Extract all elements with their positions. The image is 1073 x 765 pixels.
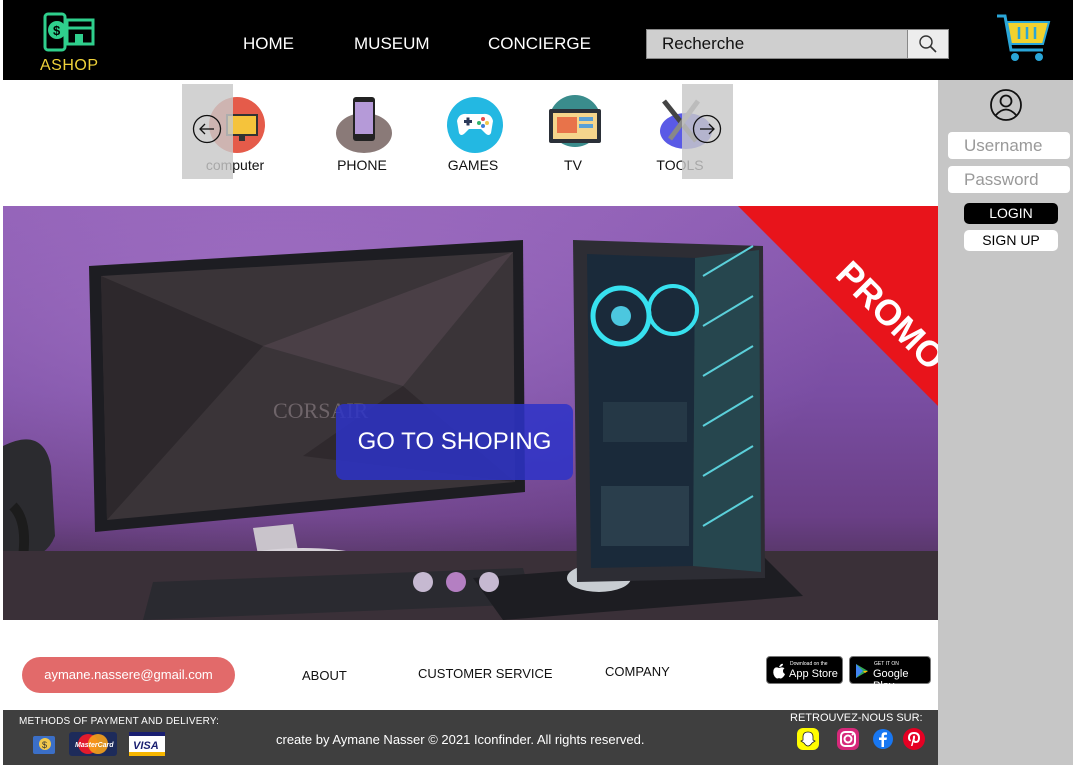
promo-banner[interactable]: CORSAIR PROMO GO TO SHOPING	[3, 206, 938, 620]
slide-dot-2[interactable]	[446, 572, 466, 592]
top-header: $ ASHOP HOME MUSEUM CONCIERGE Recherche	[3, 0, 1073, 80]
carousel-prev-button[interactable]	[182, 84, 233, 179]
category-label: GAMES	[447, 157, 499, 173]
copyright-text: create by Aymane Nasser © 2021 Iconfinde…	[276, 732, 645, 747]
snapchat-icon[interactable]	[796, 727, 820, 751]
phone-icon	[336, 97, 392, 153]
slide-dot-1[interactable]	[413, 572, 433, 592]
google-play-small-text: GET IT ON	[874, 661, 899, 667]
login-button[interactable]: LOGIN	[964, 203, 1058, 224]
visa-text: VISA	[133, 740, 159, 752]
login-sidebar: Username Password LOGIN SIGN UP	[938, 80, 1073, 765]
category-phone[interactable]: PHONE	[322, 95, 402, 185]
payment-title: METHODS OF PAYMENT AND DELIVERY:	[19, 716, 220, 727]
google-play-icon	[856, 664, 868, 678]
logo-text: ASHOP	[40, 57, 99, 74]
footer-bar: METHODS OF PAYMENT AND DELIVERY: $ Maste…	[3, 710, 938, 765]
arrow-left-icon	[192, 114, 222, 144]
app-store-small-text: Download on the	[790, 661, 828, 667]
carousel-next-button[interactable]	[682, 84, 733, 179]
apple-icon	[773, 663, 785, 679]
go-to-shopping-button[interactable]: GO TO SHOPING	[336, 404, 573, 480]
category-label: PHONE	[337, 157, 387, 173]
search-input[interactable]: Recherche	[646, 29, 908, 59]
footer-customer-service-link[interactable]: CUSTOMER SERVICE	[418, 666, 553, 681]
footer-about-link[interactable]: ABOUT	[302, 668, 347, 683]
nav-home[interactable]: HOME	[243, 34, 294, 54]
username-field[interactable]: Username	[948, 132, 1070, 159]
promo-ribbon: PROMO	[738, 206, 938, 406]
facebook-icon[interactable]	[871, 727, 895, 751]
category-games[interactable]: GAMES	[433, 95, 513, 185]
arrow-right-icon	[692, 114, 722, 144]
shopping-cart-button[interactable]	[993, 10, 1053, 66]
nav-concierge[interactable]: CONCIERGE	[488, 34, 591, 54]
mastercard-icon: MasterCard	[69, 732, 117, 756]
google-play-text: Google Play	[873, 668, 909, 692]
footer-company-link[interactable]: COMPANY	[605, 664, 670, 679]
category-tv[interactable]: TV	[533, 95, 613, 185]
user-icon	[990, 89, 1022, 121]
nav-museum[interactable]: MUSEUM	[354, 34, 430, 54]
instagram-icon[interactable]	[836, 727, 860, 751]
email-button[interactable]: aymane.nassere@gmail.com	[22, 657, 235, 693]
slide-dot-3[interactable]	[479, 572, 499, 592]
google-play-badge[interactable]: GET IT ON Google Play	[849, 656, 931, 692]
follow-us-title: RETROUVEZ-NOUS SUR:	[790, 712, 923, 724]
search-button[interactable]	[907, 29, 949, 59]
ashop-logo[interactable]: $ ASHOP	[37, 10, 107, 76]
pinterest-icon[interactable]	[902, 727, 926, 751]
password-field[interactable]: Password	[948, 166, 1070, 193]
app-store-badge[interactable]: Download on the App Store	[766, 656, 843, 684]
shop-logo-icon: $	[43, 12, 95, 52]
svg-text:$: $	[42, 740, 47, 750]
gamepad-icon	[447, 97, 503, 153]
signup-button[interactable]: SIGN UP	[964, 230, 1058, 251]
app-store-text: App Store	[789, 668, 838, 680]
delivery-icon: $	[33, 736, 55, 754]
visa-icon: VISA	[129, 732, 165, 756]
category-label: TV	[564, 157, 582, 173]
svg-text:$: $	[53, 23, 61, 38]
mastercard-text: MasterCard	[75, 742, 114, 749]
tv-icon	[549, 95, 601, 147]
search-icon	[919, 35, 937, 53]
cart-icon	[997, 14, 1051, 61]
